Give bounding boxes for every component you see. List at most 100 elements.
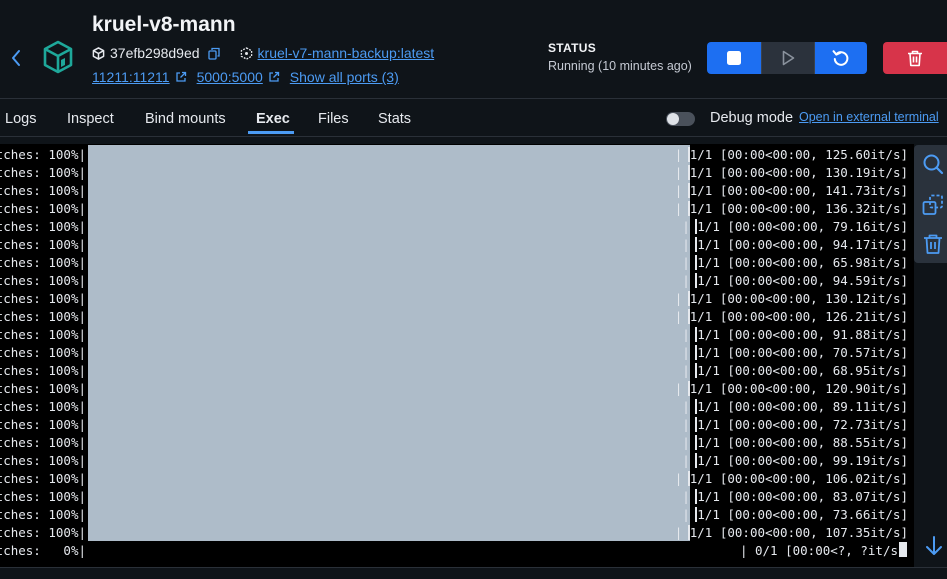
active-tab-indicator	[248, 131, 294, 134]
line-suffix: | 1/1 [00:00<00:00, 79.16it/s]	[682, 219, 908, 234]
line-prefix: atches: 100%|	[0, 327, 86, 342]
line-suffix: | 1/1 [00:00<00:00, 73.66it/s]	[682, 507, 908, 522]
stop-button[interactable]	[707, 42, 761, 74]
progress-bar-end	[688, 291, 690, 306]
terminal-line: atches: 100%| | 1/1 [00:00<00:00, 136.32i…	[0, 200, 914, 218]
image-hash-icon	[240, 46, 252, 60]
progress-bar-end	[688, 165, 690, 180]
line-suffix: | 1/1 [00:00<00:00, 68.95it/s]	[682, 363, 908, 378]
progress-bar-end	[688, 147, 690, 162]
progress-bar-end	[695, 453, 697, 468]
line-suffix: | 1/1 [00:00<00:00, 136.32it/s]	[674, 201, 908, 216]
line-prefix: atches: 100%|	[0, 237, 86, 252]
status-label: STATUS	[548, 41, 597, 55]
tab-inspect[interactable]: Inspect	[67, 111, 114, 127]
progress-bar-end	[688, 309, 690, 324]
line-prefix: atches: 100%|	[0, 345, 86, 360]
port-link[interactable]: 11211:11211	[92, 69, 170, 85]
line-suffix: | 1/1 [00:00<00:00, 130.19it/s]	[674, 165, 908, 180]
terminal-line: atches: 100%| | 1/1 [00:00<00:00, 70.57it…	[0, 344, 914, 362]
tab-exec[interactable]: Exec	[256, 111, 290, 127]
progress-bar-end	[688, 471, 690, 486]
toggle-knob	[667, 113, 679, 125]
line-prefix: atches: 100%|	[0, 453, 86, 468]
progress-bar-end	[695, 255, 697, 270]
image-link[interactable]: kruel-v7-mann-backup:latest	[258, 45, 435, 61]
progress-bar-end	[695, 219, 697, 234]
progress-bar-end	[695, 489, 697, 504]
line-prefix: atches: 100%|	[0, 363, 86, 378]
terminal-line: atches: 100%| | 1/1 [00:00<00:00, 99.19it…	[0, 452, 914, 470]
terminal-line: atches: 100%| | 1/1 [00:00<00:00, 125.60i…	[0, 146, 914, 164]
line-suffix: | 1/1 [00:00<00:00, 70.57it/s]	[682, 345, 908, 360]
line-prefix: atches: 100%|	[0, 489, 86, 504]
progress-bar-end	[688, 183, 690, 198]
back-chevron-left-icon[interactable]	[8, 46, 24, 70]
progress-bar-end	[695, 507, 697, 522]
terminal-line: atches: 100%| | 1/1 [00:00<00:00, 65.98it…	[0, 254, 914, 272]
scroll-to-bottom-arrow-down-icon[interactable]	[924, 535, 944, 557]
line-suffix: | 1/1 [00:00<00:00, 126.21it/s]	[674, 309, 908, 324]
copy-icon[interactable]	[207, 47, 220, 60]
line-prefix: atches: 100%|	[0, 309, 86, 324]
play-icon	[782, 50, 795, 66]
debug-mode-label: Debug mode	[710, 110, 794, 126]
external-link-icon[interactable]	[268, 71, 280, 83]
container-title: kruel-v8-mann	[92, 13, 236, 36]
terminal-line: atches: 100%| | 1/1 [00:00<00:00, 83.07it…	[0, 488, 914, 506]
terminal-output[interactable]: atches: 100%| | 1/1 [00:00<00:00, 125.60i…	[0, 144, 914, 567]
line-suffix: | 1/1 [00:00<00:00, 120.90it/s]	[674, 381, 908, 396]
line-suffix: | 1/1 [00:00<00:00, 72.73it/s]	[682, 417, 908, 432]
line-suffix: | 1/1 [00:00<00:00, 125.60it/s]	[674, 147, 908, 162]
line-prefix: atches: 0%|	[0, 543, 86, 558]
terminal-line: atches: 100%| | 1/1 [00:00<00:00, 141.73i…	[0, 182, 914, 200]
line-prefix: atches: 100%|	[0, 201, 86, 216]
line-suffix: | 1/1 [00:00<00:00, 107.35it/s]	[674, 525, 908, 540]
terminal-line: atches: 0%| | 0/1 [00:00<?, ?it/s	[0, 542, 914, 560]
progress-bar-end	[695, 345, 697, 360]
search-icon[interactable]	[922, 153, 944, 175]
line-prefix: atches: 100%|	[0, 273, 86, 288]
progress-bar-end	[688, 525, 690, 540]
line-prefix: atches: 100%|	[0, 417, 86, 432]
terminal-line: atches: 100%| | 1/1 [00:00<00:00, 79.16it…	[0, 218, 914, 236]
container-controls	[707, 42, 867, 74]
terminal-line: atches: 100%| | 1/1 [00:00<00:00, 68.95it…	[0, 362, 914, 380]
tab-logs[interactable]: Logs	[5, 111, 36, 127]
line-prefix: atches: 100%|	[0, 525, 86, 540]
line-prefix: atches: 100%|	[0, 435, 86, 450]
terminal-line: atches: 100%| | 1/1 [00:00<00:00, 126.21i…	[0, 308, 914, 326]
terminal-line: atches: 100%| | 1/1 [00:00<00:00, 88.55it…	[0, 434, 914, 452]
progress-bar-end	[695, 273, 697, 288]
show-all-ports-link[interactable]: Show all ports (3)	[290, 69, 399, 85]
tab-files[interactable]: Files	[318, 111, 349, 127]
terminal-line: atches: 100%| | 1/1 [00:00<00:00, 130.19i…	[0, 164, 914, 182]
port-link[interactable]: 5000:5000	[197, 69, 263, 85]
debug-mode-toggle[interactable]	[666, 112, 695, 126]
ports-row: 11211:11211 5000:5000 Show all ports (3)	[92, 68, 399, 86]
clear-trash-icon[interactable]	[922, 233, 944, 255]
line-prefix: atches: 100%|	[0, 165, 86, 180]
tab-bind-mounts[interactable]: Bind mounts	[145, 111, 226, 127]
start-button[interactable]	[761, 42, 815, 74]
restart-button[interactable]	[815, 42, 867, 74]
terminal-line: atches: 100%| | 1/1 [00:00<00:00, 91.88it…	[0, 326, 914, 344]
copy-selection-icon[interactable]	[922, 194, 944, 216]
terminal-line: atches: 100%| | 1/1 [00:00<00:00, 89.11it…	[0, 398, 914, 416]
line-suffix: | 1/1 [00:00<00:00, 91.88it/s]	[682, 327, 908, 342]
status-value: Running (10 minutes ago)	[548, 59, 692, 73]
terminal-line: atches: 100%| | 1/1 [00:00<00:00, 94.17it…	[0, 236, 914, 254]
line-prefix: atches: 100%|	[0, 183, 86, 198]
external-link-icon[interactable]	[175, 71, 187, 83]
terminal-line: atches: 100%| | 1/1 [00:00<00:00, 107.35i…	[0, 524, 914, 542]
line-prefix: atches: 100%|	[0, 255, 86, 270]
trash-icon	[908, 50, 922, 66]
external-terminal-link[interactable]: Open in external terminal	[799, 110, 939, 124]
container-meta: 37efb298d9ed kruel-v7-mann-backup:latest	[92, 44, 434, 62]
tab-stats[interactable]: Stats	[378, 111, 411, 127]
progress-bar-end	[688, 201, 690, 216]
restart-icon	[832, 50, 849, 66]
footer-strip	[0, 567, 947, 579]
line-suffix: | 1/1 [00:00<00:00, 99.19it/s]	[682, 453, 908, 468]
delete-button[interactable]	[883, 42, 947, 74]
